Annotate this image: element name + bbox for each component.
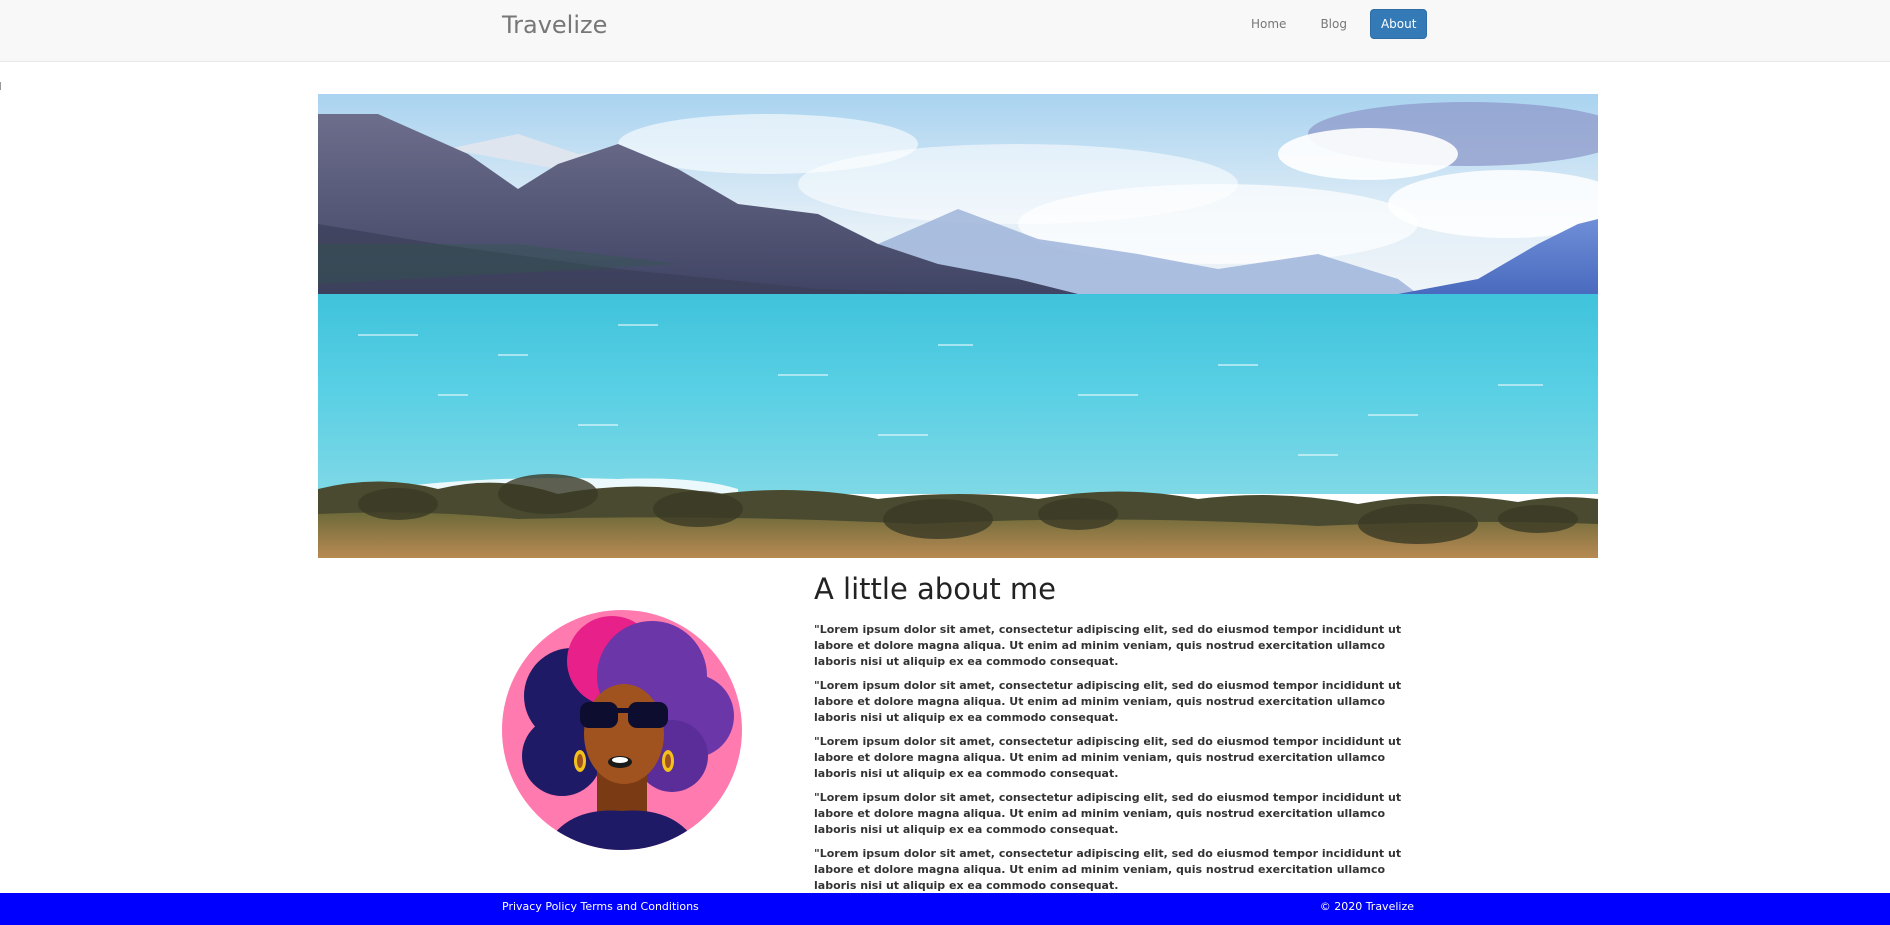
terms-link[interactable]: Terms and Conditions [580, 900, 698, 913]
copyright: © 2020 Travelize [1319, 900, 1414, 913]
about-paragraph: "Lorem ipsum dolor sit amet, consectetur… [814, 791, 1402, 836]
footer: Privacy Policy Terms and Conditions © 20… [0, 893, 1890, 925]
about-section: A little about me "Lorem ipsum dolor sit… [814, 570, 1414, 902]
nav-home-link[interactable]: Home [1240, 10, 1297, 38]
about-title: A little about me [814, 572, 1057, 606]
about-paragraph: "Lorem ipsum dolor sit amet, consectetur… [814, 735, 1402, 780]
avatar [502, 606, 742, 854]
nav-blog-link[interactable]: Blog [1309, 10, 1358, 38]
nav-links: Home Blog About [1240, 9, 1428, 39]
navbar: Travelize Home Blog About [0, 0, 1890, 62]
footer-links: Privacy Policy Terms and Conditions [502, 900, 699, 913]
about-paragraph: "Lorem ipsum dolor sit amet, consectetur… [814, 623, 1402, 668]
brand-logo[interactable]: Travelize [502, 10, 607, 40]
nav-about-link[interactable]: About [1369, 9, 1428, 39]
privacy-policy-link[interactable]: Privacy Policy [502, 900, 577, 913]
hero-image [318, 94, 1598, 558]
edge-marker [0, 82, 2, 90]
about-paragraph: "Lorem ipsum dolor sit amet, consectetur… [814, 847, 1402, 892]
about-paragraph: "Lorem ipsum dolor sit amet, consectetur… [814, 679, 1402, 724]
